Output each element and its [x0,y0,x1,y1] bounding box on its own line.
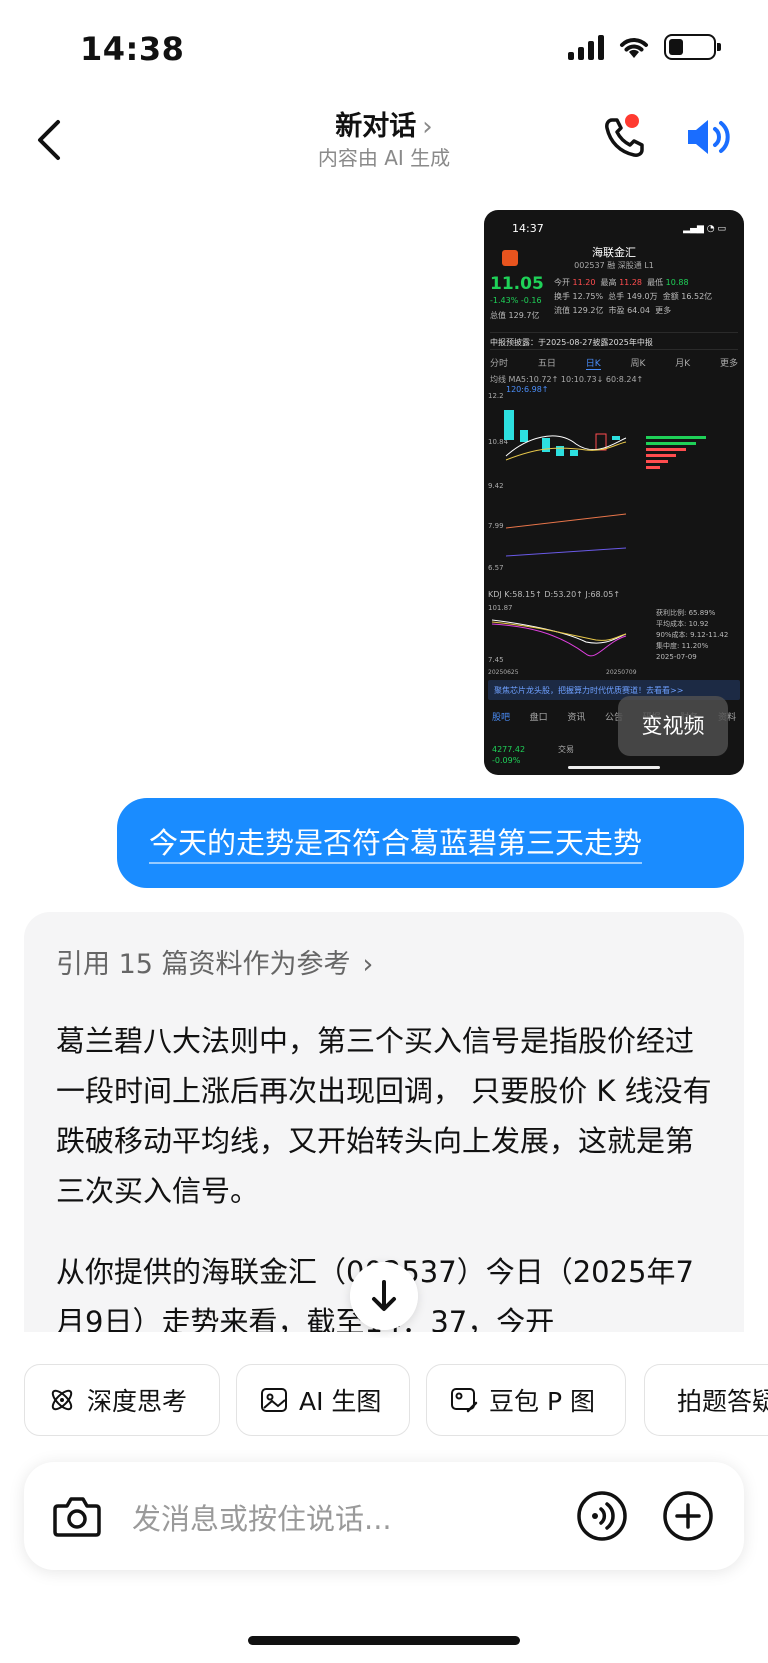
voice-input-icon[interactable] [576,1490,628,1542]
svg-text:101.87: 101.87 [488,604,513,612]
nav-bar: 新对话 › 内容由 AI 生成 [0,100,768,180]
chip-label: AI 生图 [299,1387,382,1416]
shot-period-tabs: 分时 五日 日K 周K 月K 更多 [490,356,738,370]
home-indicator [248,1636,520,1645]
shot-home-indicator [568,766,660,769]
user-message-bubble[interactable]: 今天的走势是否符合葛蓝碧第三天走势 [117,798,744,888]
answer-paragraph: 葛兰碧八大法则中，第三个买入信号是指股价经过一段时间上涨后再次出现回调， 只要股… [56,1024,712,1208]
shot-price: 11.05 [490,274,544,294]
svg-text:7.99: 7.99 [488,522,504,530]
chip-label: 拍题答疑 [677,1387,768,1416]
shot-stock-name: 海联金汇 [592,246,636,259]
ai-image-chip[interactable]: AI 生图 [236,1364,410,1436]
status-icons [568,34,721,60]
shot-total-value: 总值 129.7亿 [490,311,540,320]
image-edit-icon [451,1388,478,1413]
ai-generated-note: 内容由 AI 生成 [317,146,451,170]
shot-index-footer: 4277.42 -0.09% [492,745,526,765]
shot-kdj-line: KDJ K:58.15↑ D:53.20↑ J:68.05↑ [488,590,621,599]
svg-text:9.42: 9.42 [488,482,504,490]
notification-dot [625,114,639,128]
wifi-icon [620,38,648,58]
image-icon [261,1388,287,1412]
conversation-title[interactable]: 新对话 › [0,104,768,143]
title-text: 新对话 [335,111,417,142]
shot-trade-label: 交易 [558,745,574,754]
svg-text:20250709: 20250709 [606,669,637,676]
shot-status-icons: ▂▄▆ ◔ ▭ [683,224,726,234]
message-input[interactable]: 发消息或按住说话... [132,1496,392,1538]
shot-candlestick-chart: 12.2 10.84 9.42 7.99 6.57 [488,392,706,572]
svg-text:7.45: 7.45 [488,656,504,664]
references-link[interactable]: 引用 15 篇资料作为参考 › [56,942,373,981]
title-chevron-icon: › [422,112,433,142]
shot-time: 14:37 [512,222,544,235]
deep-think-chip[interactable]: 深度思考 [24,1364,220,1436]
status-bar: 14:38 [0,0,768,100]
quick-actions-bar: 深度思考 AI 生图 豆包 P 图 拍题答疑 [0,1338,768,1468]
user-message-text: 今天的走势是否符合葛蓝碧第三天走势 [149,826,643,864]
shot-stats: 今开 11.20 最高 11.28 最低 10.88 换手 12.75% 总手 … [554,278,713,315]
camera-icon[interactable] [52,1492,102,1540]
scroll-to-bottom-button[interactable] [350,1262,418,1330]
chip-label: 豆包 P 图 [489,1387,595,1416]
svg-text:6.57: 6.57 [488,564,504,572]
chevron-right-icon: › [362,949,374,980]
atom-icon [51,1389,73,1411]
cellular-signal-icon [568,34,604,60]
to-video-button[interactable]: 变视频 [618,696,728,756]
svg-text:12.2: 12.2 [488,392,504,400]
shot-change: -1.43% -0.16 [490,296,542,305]
speaker-icon[interactable] [684,114,734,160]
photo-question-chip[interactable]: 拍题答疑 [644,1364,768,1436]
status-time: 14:38 [80,30,185,68]
add-icon[interactable] [662,1490,714,1542]
shot-stock-code: 002537 融 深股通 L1 [574,261,654,270]
shot-notice: 中报预披露：于2025-08-27披露2025年中报 [490,332,738,350]
references-text: 引用 15 篇资料作为参考 [56,949,351,980]
svg-text:20250625: 20250625 [488,669,519,676]
chip-label: 深度思考 [87,1387,188,1416]
message-input-bar: 发消息或按住说话... [24,1462,744,1570]
photo-edit-chip[interactable]: 豆包 P 图 [426,1364,626,1436]
stock-screenshot-attachment[interactable]: 14:37 ▂▄▆ ◔ ▭ 海联金汇 002537 融 深股通 L1 11.05… [484,210,744,775]
battery-icon [664,34,721,60]
shot-chip-stats: 获利比例: 65.89% 平均成本: 10.92 90%成本: 9.12-11.… [656,609,729,661]
